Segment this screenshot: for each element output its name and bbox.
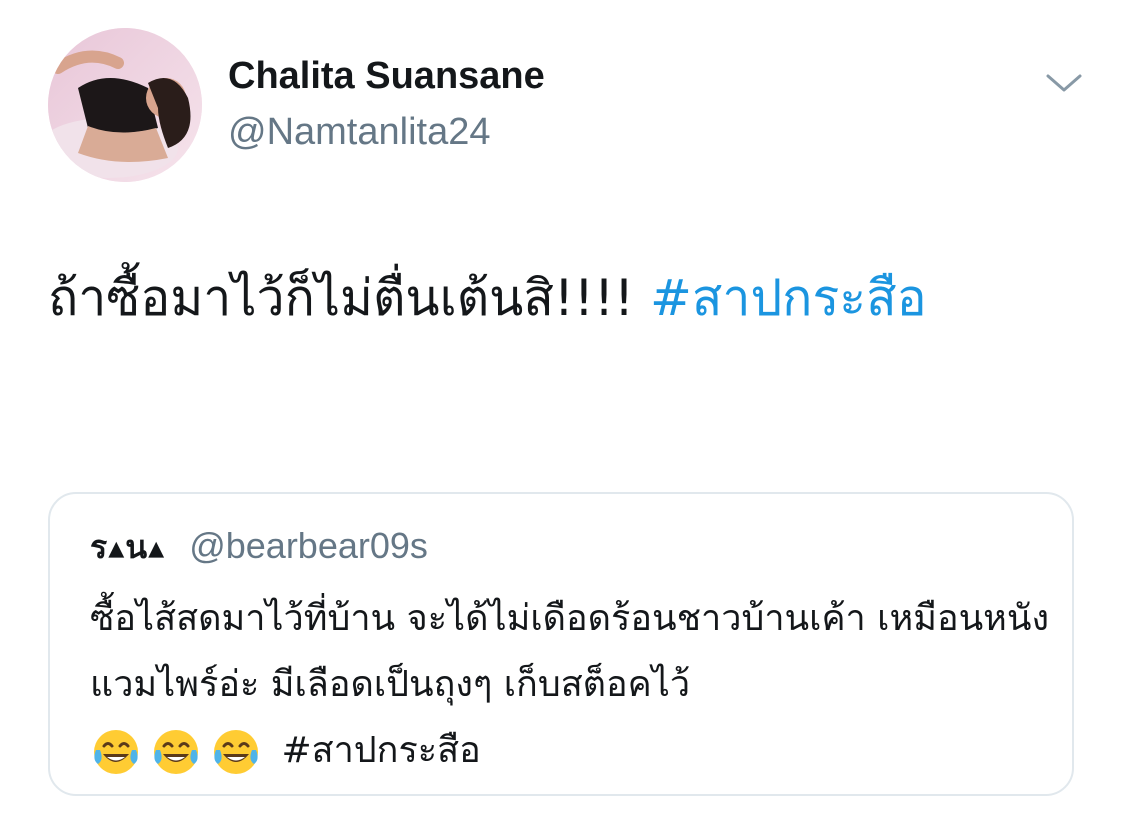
author-display-name[interactable]: Chalita Suansane <box>228 52 545 100</box>
face-with-tears-of-joy-icon <box>154 730 198 774</box>
quoted-hashtag: #สาปกระสือ <box>281 730 481 771</box>
author-handle[interactable]: @Namtanlita24 <box>228 108 490 156</box>
quoted-tweet-body: ซื้อไส้สดมาไว้ที่บ้าน จะได้ไม่เดือดร้อนช… <box>90 598 1050 705</box>
quoted-tweet-card[interactable]: ร▴น▴ @bearbear09s ซื้อไส้สดมาไว้ที่บ้าน … <box>48 492 1074 796</box>
tweet-body: ถ้าซื้อมาไว้ก็ไม่ตื่นเต้นสิ!!!! <box>48 269 635 327</box>
tweet-hashtag-link[interactable]: #สาปกระสือ <box>650 269 927 327</box>
tweet-menu-button[interactable] <box>1044 68 1084 98</box>
face-with-tears-of-joy-icon <box>214 730 258 774</box>
quoted-display-name: ร▴น▴ <box>90 528 166 566</box>
chevron-down-icon <box>1046 74 1082 92</box>
quoted-tweet-text: ซื้อไส้สดมาไว้ที่บ้าน จะได้ไม่เดือดร้อนช… <box>90 586 1050 784</box>
author-avatar[interactable] <box>48 28 202 182</box>
emoji-row <box>90 730 270 774</box>
avatar-photo <box>48 28 202 182</box>
quoted-tweet-header: ร▴น▴ @bearbear09s <box>90 524 428 569</box>
quoted-handle: @bearbear09s <box>189 525 428 566</box>
tweet-text: ถ้าซื้อมาไว้ก็ไม่ตื่นเต้นสิ!!!! #สาปกระส… <box>48 252 1088 344</box>
face-with-tears-of-joy-icon <box>94 730 138 774</box>
